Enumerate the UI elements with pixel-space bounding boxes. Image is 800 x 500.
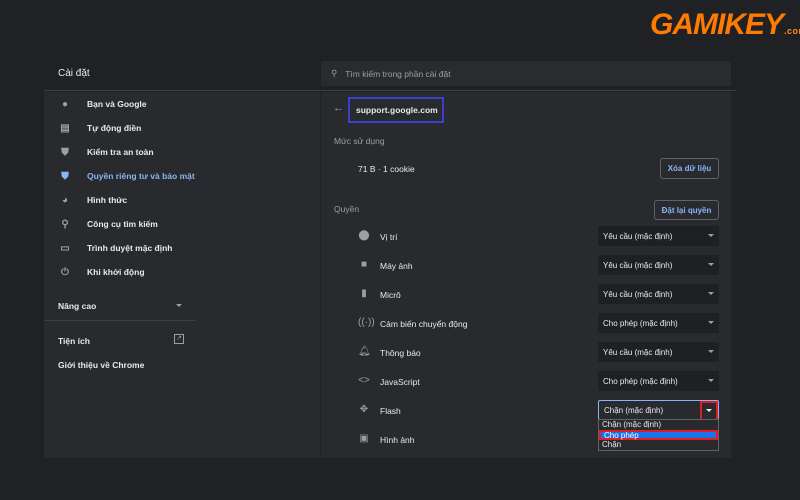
permission-row-location: ⬤ Vị trí Yêu cầu (mặc định) bbox=[321, 222, 731, 250]
dropdown-arrow-icon[interactable] bbox=[700, 401, 718, 421]
option-block[interactable]: Chặn bbox=[599, 440, 718, 450]
notifications-select[interactable]: Yêu cầu (mặc định) bbox=[598, 342, 719, 362]
palette-icon: ◕ bbox=[61, 194, 69, 206]
sidebar-item-appearance[interactable]: ◕ Hình thức bbox=[44, 188, 320, 212]
clear-data-button[interactable]: Xóa dữ liệu bbox=[660, 158, 719, 179]
gamikey-logo: GAMIKEY.com bbox=[650, 8, 800, 42]
external-link-icon: ↗ bbox=[174, 334, 184, 344]
camera-select[interactable]: Yêu cầu (mặc định) bbox=[598, 255, 719, 275]
sidebar-item-search-engine[interactable]: ⚲ Công cụ tìm kiếm bbox=[44, 212, 320, 236]
permission-name: JavaScript bbox=[380, 377, 420, 387]
browser-icon: ▭ bbox=[60, 242, 70, 254]
sidebar: ● Bạn và Google ▤ Tự động điền ⛊ Kiểm tra a… bbox=[44, 92, 320, 458]
permissions-label: Quyền bbox=[334, 204, 360, 214]
logo-suffix: .com bbox=[784, 26, 800, 36]
permission-row-motion-sensors: ((·)) Cảm biến chuyển động Cho phép (mặc đ… bbox=[321, 309, 731, 337]
search-icon: ⚲ bbox=[61, 218, 69, 230]
dropdown-arrow-icon bbox=[708, 263, 714, 266]
dropdown-arrow-icon bbox=[708, 350, 714, 353]
permission-name: Flash bbox=[380, 406, 401, 416]
image-icon: ▣ bbox=[359, 433, 369, 444]
extensions-link[interactable]: Tiện ích bbox=[58, 336, 90, 346]
usage-value: 71 B · 1 cookie bbox=[358, 164, 415, 174]
dropdown-arrow-icon bbox=[708, 292, 714, 295]
location-select[interactable]: Yêu cầu (mặc định) bbox=[598, 226, 719, 246]
divider bbox=[44, 320, 196, 321]
shield-icon: ⛊ bbox=[61, 170, 69, 182]
logo-text: GAMIKEY bbox=[650, 8, 784, 41]
search-icon: ⚲ bbox=[331, 68, 338, 78]
permission-name: Máy ảnh bbox=[380, 261, 413, 271]
label: Tự động điền bbox=[87, 123, 142, 133]
option-allow[interactable]: Cho phép bbox=[599, 430, 718, 440]
permission-row-microphone: ▮ Micrô Yêu cầu (mặc định) bbox=[321, 280, 731, 308]
clipboard-icon: ▤ bbox=[60, 122, 70, 134]
permission-name: Vị trí bbox=[380, 232, 398, 242]
permission-row-javascript: <> JavaScript Cho phép (mặc định) bbox=[321, 367, 731, 395]
person-icon: ● bbox=[61, 98, 69, 110]
back-arrow-icon[interactable]: ← bbox=[333, 102, 344, 114]
chevron-down-icon bbox=[176, 304, 182, 307]
permission-row-notifications: 🔔︎ Thông báo Yêu cầu (mặc định) bbox=[321, 338, 731, 366]
sidebar-item-privacy[interactable]: ⛊ Quyền riêng tư và bảo mật bbox=[44, 164, 320, 188]
dropdown-arrow-icon bbox=[708, 379, 714, 382]
select-value: Yêu cầu (mặc định) bbox=[603, 231, 673, 241]
sidebar-item-on-startup[interactable]: ⏻ Khi khởi động bbox=[44, 260, 320, 284]
camera-icon: ■ bbox=[360, 259, 368, 270]
bell-icon: 🔔︎ bbox=[358, 346, 371, 357]
permission-name: Micrô bbox=[380, 290, 401, 300]
select-value: Yêu cầu (mặc định) bbox=[603, 347, 673, 357]
sidebar-item-autofill[interactable]: ▤ Tự động điền bbox=[44, 116, 320, 140]
puzzle-icon: ✥ bbox=[359, 404, 369, 415]
label: Quyền riêng tư và bảo mật bbox=[87, 171, 195, 181]
label: Công cụ tìm kiếm bbox=[87, 219, 158, 229]
settings-window: Cài đặt ⚲ Tìm kiếm trong phần cài đặt ● Bạ… bbox=[44, 56, 736, 458]
flash-dropdown-list: Chặn (mặc định) Cho phép Chặn bbox=[598, 419, 719, 451]
permission-row-camera: ■ Máy ảnh Yêu cầu (mặc định) bbox=[321, 251, 731, 279]
select-value: Yêu cầu (mặc định) bbox=[603, 289, 673, 299]
location-pin-icon: ⬤ bbox=[358, 230, 370, 241]
sidebar-item-you-and-google[interactable]: ● Bạn và Google bbox=[44, 92, 320, 116]
search-input[interactable]: ⚲ Tìm kiếm trong phần cài đặt bbox=[321, 61, 731, 86]
label: Kiểm tra an toàn bbox=[87, 147, 154, 157]
motion-sensors-select[interactable]: Cho phép (mặc định) bbox=[598, 313, 719, 333]
label: Bạn và Google bbox=[87, 99, 147, 109]
label: Hình thức bbox=[87, 195, 128, 205]
site-name: support.google.com bbox=[348, 97, 444, 123]
permission-name: Thông báo bbox=[380, 348, 421, 358]
select-value: Cho phép (mặc định) bbox=[603, 318, 678, 328]
power-icon: ⏻ bbox=[61, 266, 69, 278]
label: Khi khởi động bbox=[87, 267, 145, 277]
shield-check-icon: ⛊ bbox=[61, 146, 69, 158]
about-chrome-link[interactable]: Giới thiệu về Chrome bbox=[58, 360, 144, 370]
permission-name: Cảm biến chuyển động bbox=[380, 319, 468, 329]
search-placeholder: Tìm kiếm trong phần cài đặt bbox=[345, 68, 451, 79]
select-value: Cho phép (mặc định) bbox=[603, 376, 678, 386]
label: Trình duyệt mặc định bbox=[87, 243, 173, 253]
microphone-icon: ▮ bbox=[361, 288, 367, 299]
dropdown-arrow-icon bbox=[708, 234, 714, 237]
javascript-select[interactable]: Cho phép (mặc định) bbox=[598, 371, 719, 391]
permission-name: Hình ảnh bbox=[380, 435, 415, 445]
dropdown-arrow-icon bbox=[708, 321, 714, 324]
page-title: Cài đặt bbox=[58, 68, 90, 79]
site-details: ← support.google.com Mức sử dụng 71 B · … bbox=[321, 92, 731, 458]
microphone-select[interactable]: Yêu cầu (mặc định) bbox=[598, 284, 719, 304]
reset-permissions-button[interactable]: Đặt lại quyền bbox=[654, 200, 719, 220]
select-value: Yêu cầu (mặc định) bbox=[603, 260, 673, 270]
select-value: Chặn (mặc định) bbox=[604, 405, 664, 415]
code-icon: <> bbox=[358, 375, 370, 386]
flash-select[interactable]: Chặn (mặc định) bbox=[598, 400, 719, 421]
sidebar-item-default-browser[interactable]: ▭ Trình duyệt mặc định bbox=[44, 236, 320, 260]
header: Cài đặt ⚲ Tìm kiếm trong phần cài đặt bbox=[44, 56, 736, 91]
advanced-toggle[interactable]: Nâng cao bbox=[58, 301, 96, 311]
sensor-icon: ((·)) bbox=[358, 317, 375, 328]
sidebar-item-safety-check[interactable]: ⛊ Kiểm tra an toàn bbox=[44, 140, 320, 164]
usage-label: Mức sử dụng bbox=[334, 136, 385, 146]
option-block-default[interactable]: Chặn (mặc định) bbox=[599, 420, 718, 430]
